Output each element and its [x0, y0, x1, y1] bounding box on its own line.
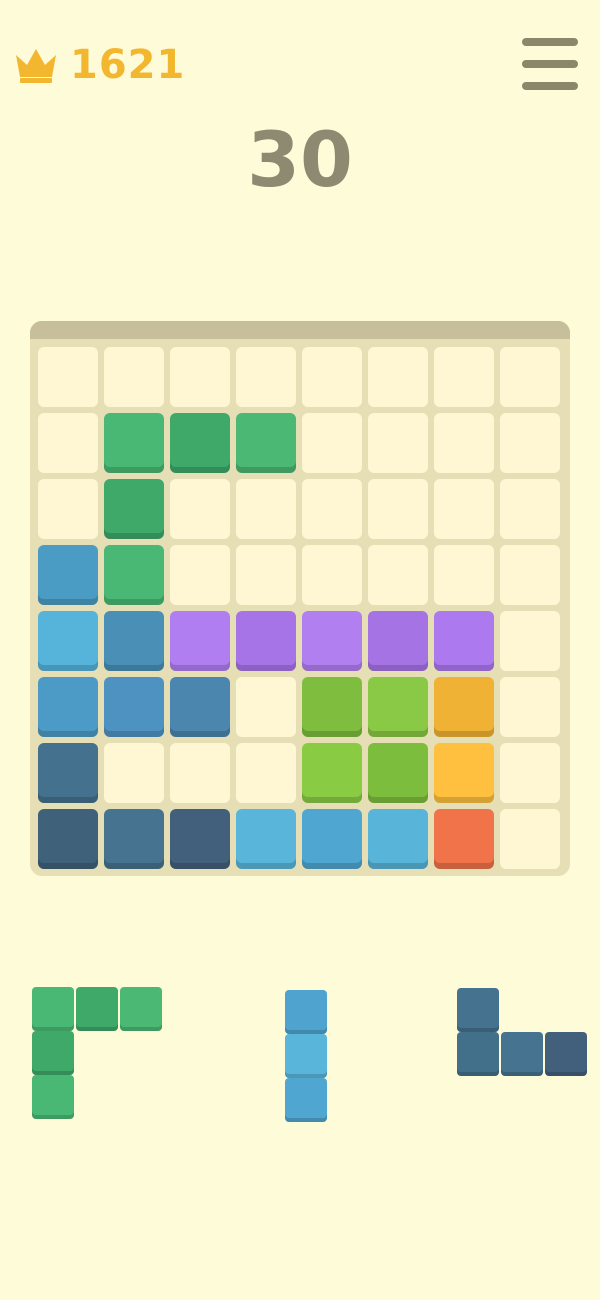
piece-block[interactable]: [32, 1075, 74, 1119]
board-block[interactable]: [236, 809, 296, 869]
board-cell-empty[interactable]: [302, 545, 362, 605]
board-cell-empty[interactable]: [434, 413, 494, 473]
board-block[interactable]: [170, 677, 230, 737]
piece-block[interactable]: [457, 988, 499, 1032]
board-block[interactable]: [104, 611, 164, 671]
board-cell-empty[interactable]: [302, 347, 362, 407]
board-block[interactable]: [302, 809, 362, 869]
crown-icon: [16, 49, 56, 83]
board-block[interactable]: [368, 611, 428, 671]
board-cell-empty[interactable]: [236, 677, 296, 737]
board-cell-empty[interactable]: [170, 743, 230, 803]
piece-block[interactable]: [32, 1031, 74, 1075]
board-block[interactable]: [104, 413, 164, 473]
piece-block[interactable]: [32, 987, 74, 1031]
board-cell-empty[interactable]: [500, 545, 560, 605]
board-block[interactable]: [236, 413, 296, 473]
best-score-value: 1621: [70, 42, 186, 88]
board-cell-empty[interactable]: [236, 347, 296, 407]
piece-block[interactable]: [457, 1032, 499, 1076]
board-cell-empty[interactable]: [500, 413, 560, 473]
board-cell-empty[interactable]: [434, 545, 494, 605]
piece-block[interactable]: [76, 987, 118, 1031]
board-cell-empty[interactable]: [434, 479, 494, 539]
board-block[interactable]: [38, 611, 98, 671]
board-block[interactable]: [170, 413, 230, 473]
hamburger-menu-icon[interactable]: [520, 36, 580, 92]
piece-block[interactable]: [501, 1032, 543, 1076]
piece-block[interactable]: [285, 1034, 327, 1078]
board-cell-empty[interactable]: [104, 743, 164, 803]
board-cell-empty[interactable]: [368, 479, 428, 539]
board-block[interactable]: [170, 809, 230, 869]
board-block[interactable]: [38, 809, 98, 869]
board-cell-empty[interactable]: [170, 347, 230, 407]
board-cell-empty[interactable]: [368, 545, 428, 605]
board-cell-empty[interactable]: [104, 347, 164, 407]
board-block[interactable]: [104, 545, 164, 605]
board-cell-empty[interactable]: [38, 479, 98, 539]
board-cell-empty[interactable]: [500, 347, 560, 407]
board-block[interactable]: [302, 743, 362, 803]
current-score: 30: [247, 115, 353, 204]
board-cell-empty[interactable]: [302, 413, 362, 473]
board-cell-empty[interactable]: [500, 611, 560, 671]
board-cell-empty[interactable]: [500, 479, 560, 539]
menu-line: [522, 60, 578, 68]
board-cell-empty[interactable]: [368, 347, 428, 407]
board-block[interactable]: [170, 611, 230, 671]
menu-line: [522, 38, 578, 46]
board-block[interactable]: [236, 611, 296, 671]
board-cell-empty[interactable]: [500, 677, 560, 737]
board-cell-empty[interactable]: [38, 347, 98, 407]
board-cell-empty[interactable]: [302, 479, 362, 539]
board-block[interactable]: [434, 611, 494, 671]
board-block[interactable]: [302, 677, 362, 737]
piece-block[interactable]: [285, 1078, 327, 1122]
board-block[interactable]: [302, 611, 362, 671]
board-cell-empty[interactable]: [38, 413, 98, 473]
board-cell-empty[interactable]: [368, 413, 428, 473]
board-cell-empty[interactable]: [236, 743, 296, 803]
board-cell-empty[interactable]: [500, 809, 560, 869]
board-top-edge: [30, 321, 570, 339]
board-cell-empty[interactable]: [236, 479, 296, 539]
board-block[interactable]: [38, 677, 98, 737]
board-block[interactable]: [434, 743, 494, 803]
header-bar: 1621: [0, 0, 600, 110]
board-block[interactable]: [434, 677, 494, 737]
game-board[interactable]: [30, 321, 570, 876]
board-cell-empty[interactable]: [170, 479, 230, 539]
board-block[interactable]: [368, 743, 428, 803]
board-cell-empty[interactable]: [236, 545, 296, 605]
board-block[interactable]: [38, 545, 98, 605]
board-block[interactable]: [104, 677, 164, 737]
piece-block[interactable]: [285, 990, 327, 1034]
board-block[interactable]: [104, 809, 164, 869]
piece-block[interactable]: [120, 987, 162, 1031]
best-score: 1621: [14, 40, 185, 90]
board-block[interactable]: [38, 743, 98, 803]
board-block[interactable]: [368, 677, 428, 737]
board-cell-empty[interactable]: [434, 347, 494, 407]
board-cell-empty[interactable]: [500, 743, 560, 803]
board-cell-empty[interactable]: [170, 545, 230, 605]
board-block[interactable]: [368, 809, 428, 869]
piece-block[interactable]: [545, 1032, 587, 1076]
board-block[interactable]: [104, 479, 164, 539]
board-block[interactable]: [434, 809, 494, 869]
menu-line: [522, 82, 578, 90]
